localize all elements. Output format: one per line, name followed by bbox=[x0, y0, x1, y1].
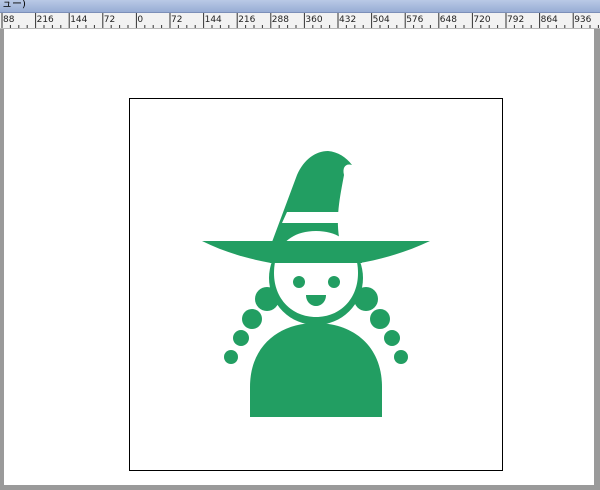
ruler-label: 648 bbox=[440, 15, 457, 25]
artboard[interactable] bbox=[129, 98, 503, 471]
ruler-label: 72 bbox=[171, 15, 182, 25]
ruler-label: 216 bbox=[37, 15, 54, 25]
left-eye bbox=[293, 276, 305, 288]
ruler-label: 936 bbox=[574, 15, 591, 25]
ruler-label: 864 bbox=[541, 15, 558, 25]
ruler-label: 144 bbox=[205, 15, 222, 25]
braid-left bbox=[233, 330, 249, 346]
ruler-label: 88 bbox=[3, 15, 15, 25]
right-eye bbox=[328, 276, 340, 288]
window-title-bar: ュー) bbox=[0, 0, 600, 13]
braid-right bbox=[394, 350, 408, 364]
braid-left bbox=[242, 309, 262, 329]
ruler-label: 792 bbox=[507, 15, 524, 25]
ruler-label: 432 bbox=[339, 15, 356, 25]
ruler-label: 360 bbox=[305, 15, 322, 25]
braid-left bbox=[224, 350, 238, 364]
ruler-label: 144 bbox=[70, 15, 87, 25]
face-top-cover bbox=[270, 241, 362, 263]
braid-right bbox=[384, 330, 400, 346]
witch-icon[interactable] bbox=[130, 99, 504, 472]
braid-left bbox=[255, 287, 279, 311]
ruler-label: 504 bbox=[373, 15, 390, 25]
ruler-ticks: 88 216 144 72 0 72 144 216 288 360 432 504 576 648 720… bbox=[1, 13, 599, 28]
witch-body bbox=[250, 323, 382, 417]
horizontal-ruler[interactable]: 88 216 144 72 0 72 144 216 288 360 432 504 576 648 720… bbox=[0, 13, 600, 29]
braid-right bbox=[370, 309, 390, 329]
ruler-label: 288 bbox=[272, 15, 289, 25]
hat-band bbox=[282, 212, 352, 223]
braid-right bbox=[354, 287, 378, 311]
ruler-label: 216 bbox=[238, 15, 255, 25]
ruler-label: 0 bbox=[137, 15, 143, 25]
ruler-label: 576 bbox=[406, 15, 423, 25]
canvas-workspace[interactable] bbox=[4, 29, 594, 485]
ruler-label: 72 bbox=[104, 15, 115, 25]
window-title: ュー) bbox=[2, 0, 26, 10]
ruler-label: 720 bbox=[473, 15, 490, 25]
hat-crown bbox=[272, 151, 352, 242]
